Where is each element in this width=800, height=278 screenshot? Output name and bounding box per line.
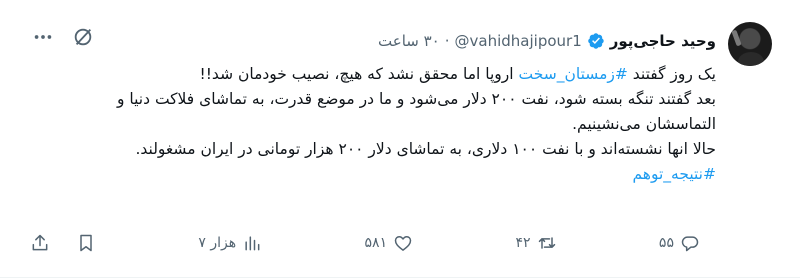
- bookmark-icon: [80, 234, 92, 252]
- bookmark-button[interactable]: [76, 233, 96, 253]
- tweet-paragraph-2: بعد گفتند تنگه بسته شود، نفت ۲۰۰ دلار می…: [117, 90, 716, 133]
- like-button[interactable]: ۵۸۱: [365, 233, 414, 253]
- avatar-mic: [731, 29, 742, 47]
- retweet-count: ۴۲: [515, 235, 531, 251]
- header-separator: ·: [444, 32, 450, 50]
- hashtag-link-2[interactable]: #نتیجه_توهم: [632, 165, 716, 183]
- tweet[interactable]: وحید حاجی‌پور @vahidhajipour1 · ۳۰ ساعت …: [0, 0, 800, 278]
- tweet-body: یک روز گفتند #زمستان_سخت اروپا اما محقق …: [44, 62, 716, 187]
- reply-icon: [681, 236, 699, 252]
- views-button[interactable]: ۷ هزار: [198, 233, 262, 253]
- share-icon: [32, 234, 48, 251]
- retweet-button[interactable]: ۴۲: [515, 233, 556, 253]
- views-count: ۷ هزار: [198, 235, 237, 251]
- line1-before: یک روز گفتند: [627, 65, 716, 83]
- tweet-timestamp[interactable]: ۳۰ ساعت: [378, 32, 440, 50]
- line1-after: اروپا اما محقق نشد که هیچ، نصیب خودمان ش…: [199, 65, 519, 83]
- share-button[interactable]: [30, 233, 50, 253]
- tweet-hashtag-line: #نتیجه_توهم: [44, 162, 716, 187]
- verified-badge-icon: [587, 32, 605, 50]
- like-count: ۵۸۱: [364, 235, 388, 251]
- hashtag-link-1[interactable]: #زمستان_سخت: [519, 65, 628, 83]
- like-icon: [394, 236, 412, 251]
- author-name[interactable]: وحید حاجی‌پور: [610, 32, 716, 50]
- tweet-line-1: یک روز گفتند #زمستان_سخت اروپا اما محقق …: [44, 62, 717, 87]
- grok-icon[interactable]: [72, 26, 94, 48]
- reply-button[interactable]: ۵۵: [659, 233, 700, 253]
- views-icon: [245, 236, 260, 251]
- action-bar: ۷ هزار ۵۸۱ ۴۲ ۵۵: [30, 230, 700, 256]
- tweet-paragraph-3: حالا انها نشسته‌اند و با نفت ۱۰۰ دلاری، …: [135, 140, 716, 158]
- share-bookmark-group: [30, 233, 96, 253]
- author-handle[interactable]: @vahidhajipour1: [455, 32, 582, 50]
- avatar[interactable]: [728, 22, 772, 66]
- tweet-header: وحید حاجی‌پور @vahidhajipour1 · ۳۰ ساعت: [110, 28, 716, 54]
- tweet-top-icons: [32, 26, 94, 48]
- reply-count: ۵۵: [658, 235, 674, 251]
- more-icon[interactable]: [32, 26, 54, 48]
- avatar-figure: [738, 52, 764, 66]
- retweet-icon: [538, 237, 555, 249]
